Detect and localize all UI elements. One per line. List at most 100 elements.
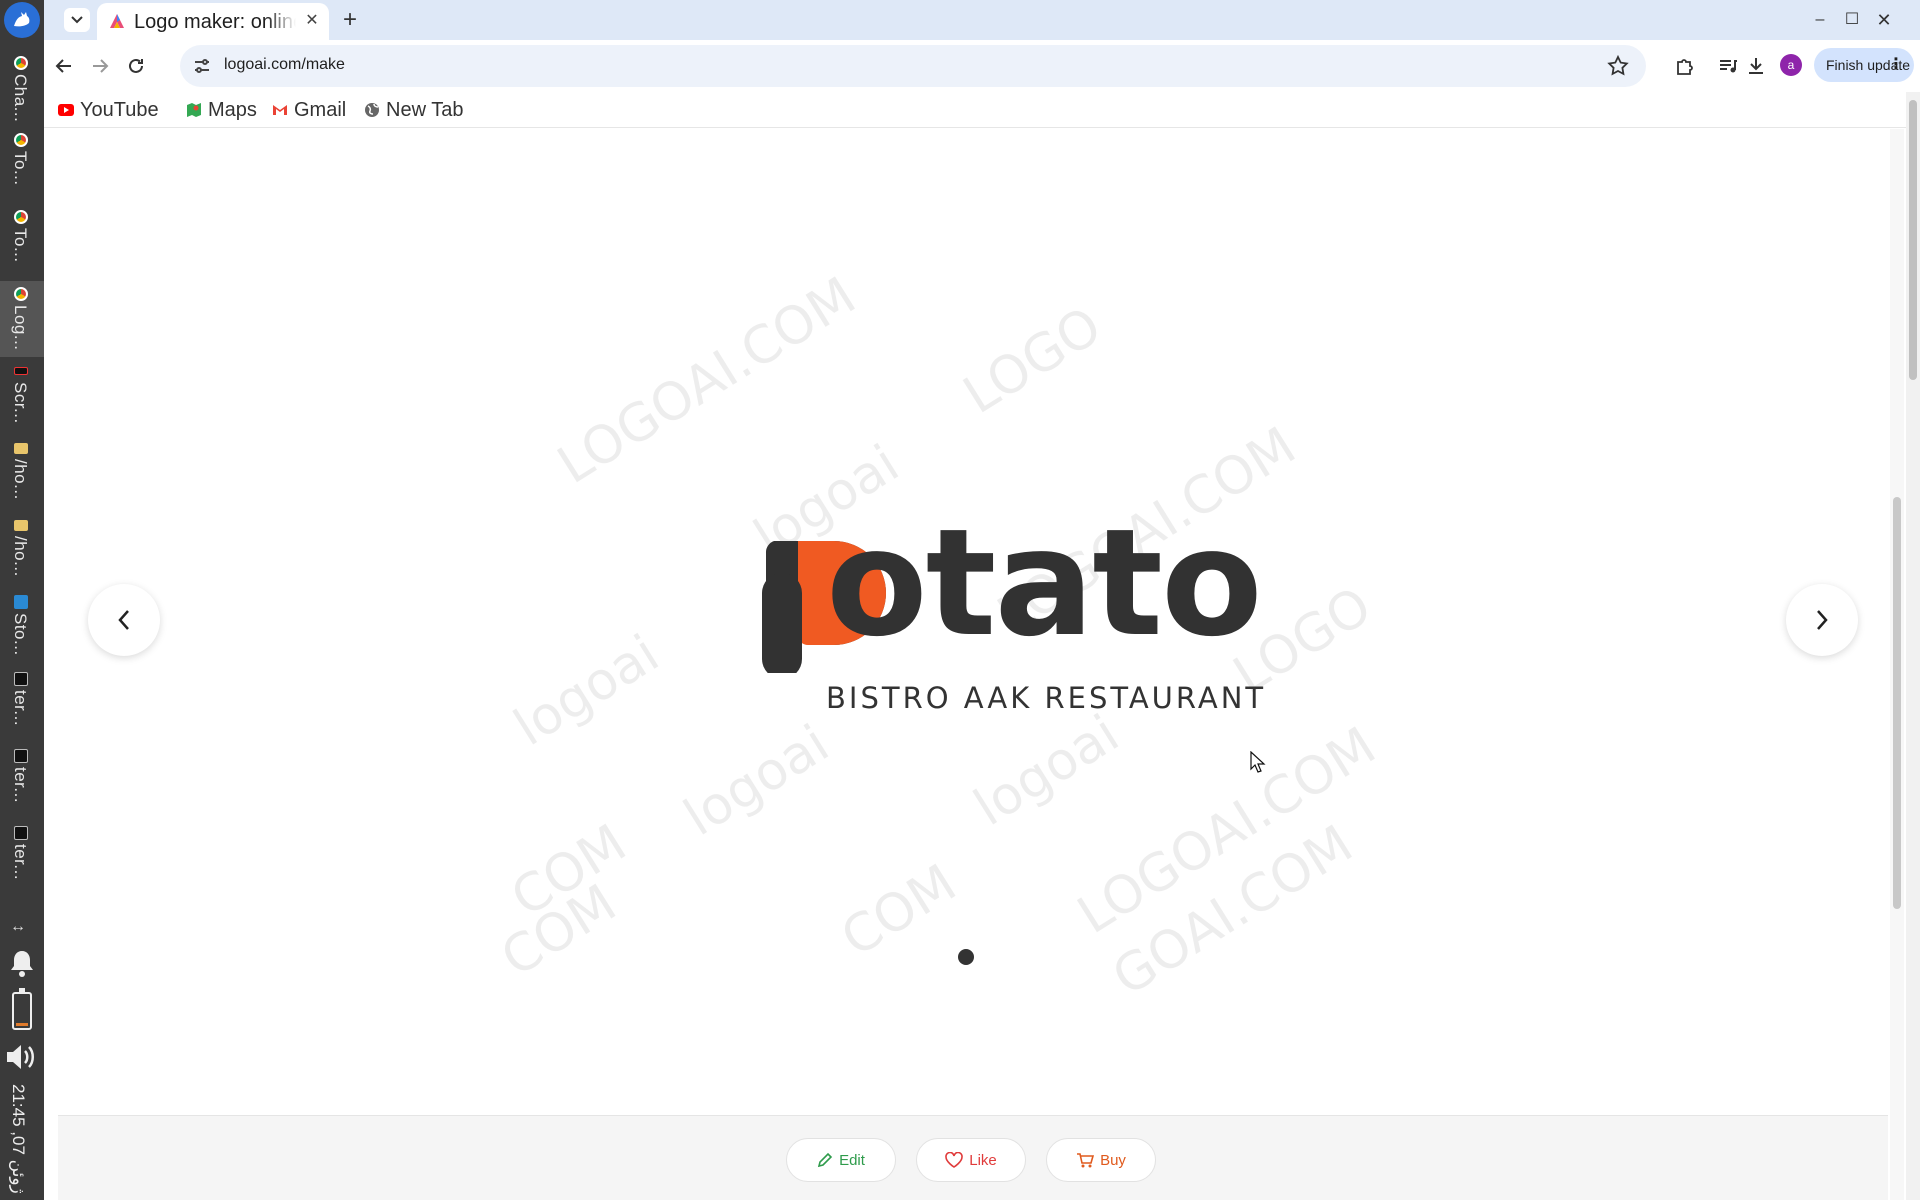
site-settings-icon[interactable] (192, 56, 212, 76)
url-text[interactable]: logoai.com/make (224, 56, 345, 74)
taskbar-item[interactable]: /ho... (0, 435, 44, 511)
bookmarks-bar: YouTube Maps Gmail New Tab (44, 92, 1920, 128)
taskbar-item-label: To... (11, 228, 30, 263)
taskbar-item[interactable]: Sto... (0, 589, 44, 665)
watermark-text: COM (831, 853, 967, 969)
tab-close-icon[interactable]: ✕ (303, 12, 321, 30)
window-scrollbar-thumb[interactable] (1909, 100, 1917, 380)
watermark-text: LOGOAI.COM (1067, 716, 1387, 946)
bookmark-label: Maps (208, 98, 257, 121)
arrow-left-icon (55, 59, 71, 73)
watermark-text: logoai (674, 713, 840, 849)
pencil-icon (817, 1152, 833, 1168)
tab-title: Logo maker: online (134, 11, 296, 33)
taskbar: Cha... To... To... Log... Scr... /ho... /ho...… (0, 0, 44, 1200)
taskbar-item-label: Sto... (11, 613, 30, 656)
taskbar-item[interactable]: ter... (0, 743, 44, 819)
display-arrows-icon[interactable]: ↔ (10, 918, 26, 936)
logo-preview: otato BISTRO AAK RESTAURANT (688, 509, 1288, 715)
taskbar-item[interactable]: Scr... (0, 358, 44, 434)
forward-button[interactable] (86, 52, 114, 80)
taskbar-item[interactable]: ter... (0, 820, 44, 896)
logo-tagline: BISTRO AAK RESTAURANT (826, 681, 1267, 715)
finish-update-button[interactable]: Finish update ⋮ (1814, 48, 1914, 82)
chrome-icon (14, 133, 28, 147)
slide-indicator-dot[interactable] (958, 949, 974, 965)
tab-strip: Logo maker: online ✕ + – ☐ ✕ (44, 0, 1920, 40)
bookmark-youtube[interactable]: YouTube (58, 96, 159, 124)
bookmark-label: New Tab (386, 98, 464, 121)
new-tab-button[interactable]: + (336, 6, 364, 34)
watermark-text: COM (501, 813, 637, 929)
tab-search-button[interactable] (64, 8, 90, 32)
page-content: LOGOAI.COM LOGO logoai LOGOAI.COM logoai LOGO… (44, 129, 1920, 1200)
battery-icon[interactable] (12, 988, 32, 1030)
extensions-button[interactable] (1670, 52, 1698, 80)
window-scrollbar[interactable] (1906, 92, 1920, 1200)
bookmark-label: YouTube (80, 98, 159, 121)
address-bar[interactable]: logoai.com/make (180, 45, 1646, 87)
next-slide-button[interactable] (1786, 584, 1858, 656)
browser-window: Logo maker: online ✕ + – ☐ ✕ logoai.com/… (44, 0, 1920, 1200)
start-menu-icon[interactable] (4, 2, 40, 38)
profile-avatar[interactable]: a (1780, 54, 1802, 76)
clock[interactable]: 21:45 ,ژوئن 07 (8, 1084, 28, 1194)
chrome-icon (14, 210, 28, 224)
taskbar-item-label: Log... (11, 305, 30, 351)
maps-icon (187, 103, 201, 117)
buy-button[interactable]: Buy (1046, 1138, 1156, 1182)
like-button[interactable]: Like (916, 1138, 1026, 1182)
bookmark-gmail[interactable]: Gmail (272, 96, 346, 124)
watermark-text: COM (491, 873, 627, 989)
folder-icon (14, 520, 28, 531)
reload-button[interactable] (122, 52, 150, 80)
taskbar-item[interactable]: /ho... (0, 512, 44, 588)
mouse-cursor-icon (1250, 751, 1266, 773)
tab-logo-maker[interactable]: Logo maker: online ✕ (97, 3, 329, 40)
bookmark-star-icon[interactable] (1606, 54, 1630, 78)
chevron-left-icon (118, 610, 129, 630)
terminal-icon (14, 749, 28, 763)
taskbar-item-label: ter... (11, 844, 30, 881)
terminal-icon (14, 826, 28, 840)
previous-slide-button[interactable] (88, 584, 160, 656)
download-icon (1749, 58, 1763, 74)
browser-toolbar: logoai.com/make a Finish update ⋮ (44, 40, 1920, 92)
playlist-icon (1720, 60, 1737, 73)
taskbar-item[interactable]: ter... (0, 666, 44, 742)
media-controls-button[interactable] (1714, 52, 1742, 80)
taskbar-item[interactable]: To... (0, 204, 44, 280)
taskbar-item-label: /ho... (11, 459, 30, 500)
gmail-icon (273, 105, 287, 115)
downloads-button[interactable] (1742, 52, 1770, 80)
bookmark-maps[interactable]: Maps (186, 96, 257, 124)
taskbar-item-label: To... (11, 151, 30, 186)
chrome-icon (14, 287, 28, 301)
edit-button[interactable]: Edit (786, 1138, 896, 1182)
arrow-right-icon (93, 59, 109, 73)
reload-icon (129, 58, 143, 73)
taskbar-item-label: ter... (11, 767, 30, 804)
maximize-button[interactable]: ☐ (1840, 8, 1864, 32)
logoai-favicon-icon (110, 14, 124, 28)
vscode-icon (14, 595, 28, 609)
puzzle-icon (1677, 59, 1693, 75)
heart-icon (945, 1152, 964, 1168)
taskbar-item-label: ter... (11, 690, 30, 727)
more-vertical-icon: ⋮ (1888, 56, 1904, 73)
taskbar-item[interactable]: Cha... (0, 50, 44, 126)
cart-icon (1077, 1153, 1095, 1168)
close-window-button[interactable]: ✕ (1872, 8, 1896, 32)
minimize-button[interactable]: – (1808, 8, 1832, 32)
edit-label: Edit (839, 1151, 865, 1169)
watermark-text: logoai (964, 703, 1130, 839)
page-scrollbar-thumb[interactable] (1893, 497, 1901, 909)
back-button[interactable] (50, 52, 78, 80)
taskbar-item[interactable]: Log... (0, 281, 44, 357)
taskbar-item[interactable]: To... (0, 127, 44, 203)
globe-icon (365, 103, 379, 117)
volume-icon[interactable] (4, 1042, 40, 1072)
bookmark-new-tab[interactable]: New Tab (364, 96, 463, 124)
page-scrollbar[interactable] (1890, 129, 1904, 1200)
notification-bell-icon[interactable] (8, 948, 36, 978)
